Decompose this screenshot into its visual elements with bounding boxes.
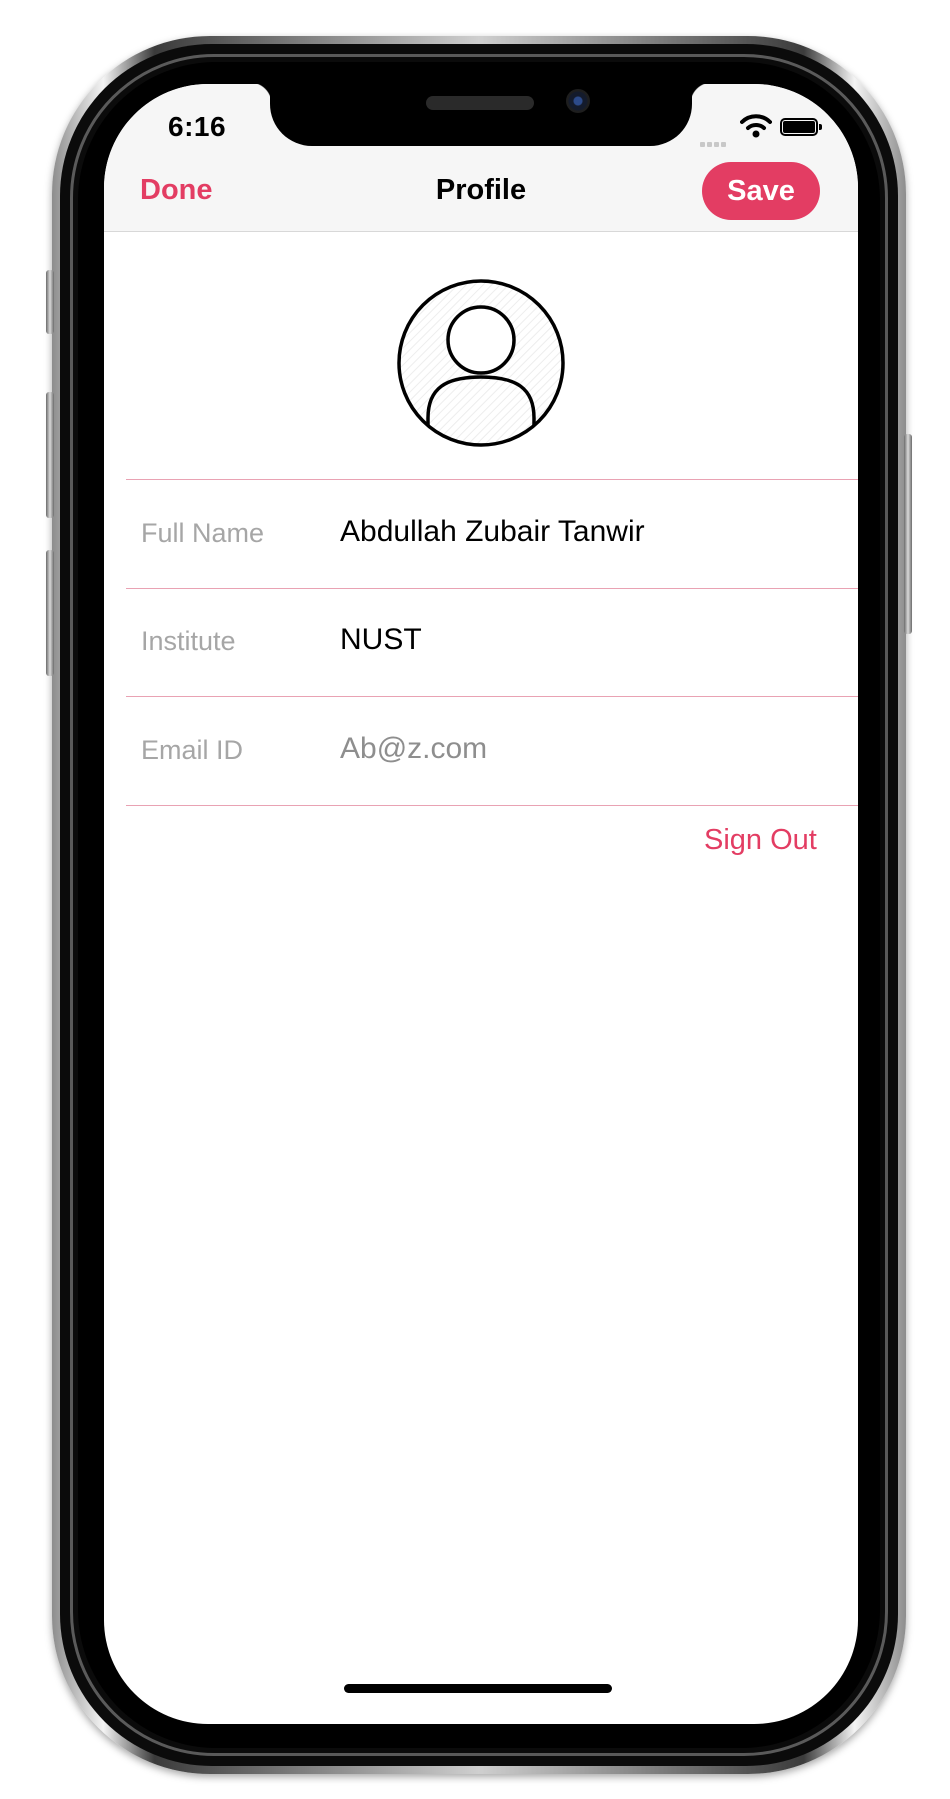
front-camera: [566, 89, 590, 113]
silent-switch: [46, 270, 54, 334]
full-name-row: Full Name: [126, 479, 858, 589]
volume-up-button: [46, 392, 54, 518]
home-indicator[interactable]: [344, 1684, 612, 1693]
email-label: Email ID: [141, 735, 244, 765]
screen: 6:16 Profile Done Save Full Name Abdulla…: [104, 84, 858, 1724]
navigation-bar: Profile Done Save: [104, 154, 858, 232]
full-name-label: Full Name: [141, 518, 265, 548]
full-name-field[interactable]: [340, 502, 840, 562]
status-time: 6:16: [168, 111, 227, 142]
notch: [250, 84, 712, 146]
wifi-icon: [740, 114, 772, 138]
save-button[interactable]: Save: [702, 162, 820, 220]
institute-field[interactable]: [340, 610, 840, 670]
institute-row: Institute: [126, 588, 858, 697]
volume-down-button: [46, 550, 54, 676]
profile-avatar-icon[interactable]: [396, 278, 566, 448]
email-row: Email ID: [126, 697, 858, 806]
battery-icon: [780, 118, 822, 136]
cellular-signal-icon: [700, 134, 728, 152]
email-field[interactable]: [340, 719, 840, 779]
sign-out-button[interactable]: Sign Out: [704, 824, 817, 857]
power-button: [904, 434, 912, 634]
institute-label: Institute: [141, 626, 236, 656]
speaker-grille: [426, 96, 534, 110]
done-button[interactable]: Done: [140, 174, 213, 207]
